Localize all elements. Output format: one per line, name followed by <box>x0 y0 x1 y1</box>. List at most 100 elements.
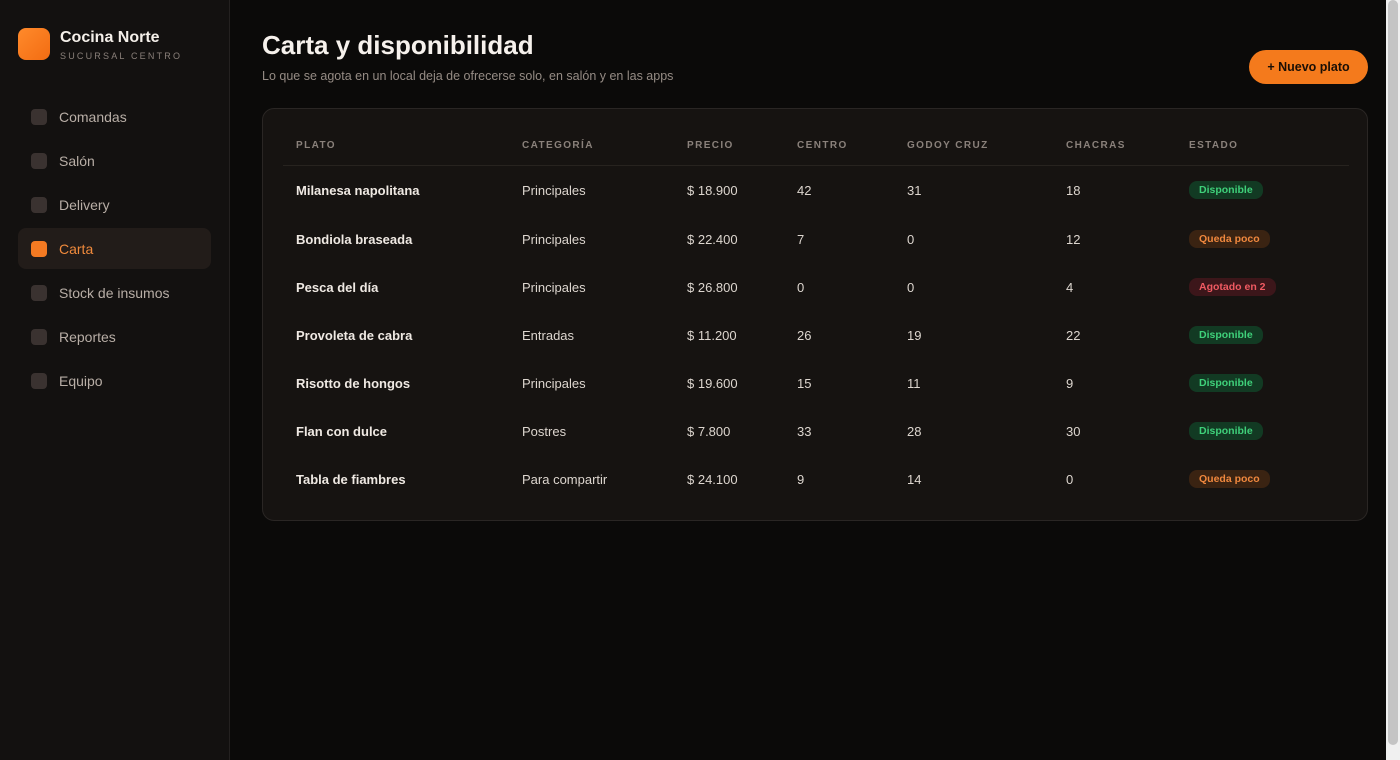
table-row[interactable]: Flan con dulce Postres $ 7.800 33 28 30 Dispon… <box>283 407 1349 455</box>
cell-centro: 26 <box>797 327 812 343</box>
column-header-centro[interactable]: CENTRO <box>784 127 894 166</box>
stock-icon <box>31 284 47 301</box>
brand-logo <box>18 28 50 60</box>
column-header-estado[interactable]: ESTADO <box>1176 127 1349 166</box>
cell-precio: $ 19.600 <box>687 375 738 391</box>
sidebar-item-comandas[interactable]: Comandas <box>18 96 211 137</box>
cell-godoy: 11 <box>907 375 921 391</box>
page-subtitle: Lo que se agota en un local deja de ofre… <box>262 69 674 83</box>
status-badge: Disponible <box>1189 181 1263 200</box>
cell-plato: Pesca del día <box>296 279 379 295</box>
cell-chacras: 22 <box>1066 327 1081 343</box>
cell-precio: $ 26.800 <box>687 279 738 295</box>
table-row[interactable]: Risotto de hongos Principales $ 19.600 15 11… <box>283 359 1349 407</box>
salon-icon <box>31 152 47 169</box>
cell-centro: 9 <box>797 471 805 487</box>
sidebar-item-salon[interactable]: Salón <box>18 140 211 181</box>
cell-godoy: 19 <box>907 327 922 343</box>
cell-categoria: Postres <box>522 423 567 439</box>
column-header-categoria[interactable]: CATEGORÍA <box>509 127 674 166</box>
cell-chacras: 12 <box>1066 231 1081 247</box>
sidebar-item-label: Reportes <box>59 328 116 345</box>
cell-chacras: 30 <box>1066 423 1081 439</box>
table-header-row: PLATO CATEGORÍA PRECIO CENTRO GODOY CRUZ… <box>283 127 1349 166</box>
sidebar-item-label: Salón <box>59 152 95 169</box>
sidebar-item-label: Equipo <box>59 372 103 389</box>
sidebar: Cocina Norte SUCURSAL CENTRO Comandas Sa… <box>0 0 230 760</box>
cell-categoria: Principales <box>522 375 586 391</box>
status-badge: Disponible <box>1189 374 1263 392</box>
reportes-icon <box>31 328 47 345</box>
delivery-icon <box>31 196 47 213</box>
status-badge: Agotado en 2 <box>1189 278 1276 296</box>
cell-godoy: 0 <box>907 279 915 295</box>
cell-categoria: Principales <box>522 231 586 247</box>
brand-subtitle: SUCURSAL CENTRO <box>60 51 183 61</box>
status-badge: Disponible <box>1189 422 1263 440</box>
cell-godoy: 14 <box>907 471 922 487</box>
brand: Cocina Norte SUCURSAL CENTRO <box>18 28 182 63</box>
cell-categoria: Principales <box>522 279 586 295</box>
scrollbar[interactable] <box>1386 0 1400 760</box>
cell-precio: $ 11.200 <box>687 327 737 343</box>
cell-precio: $ 22.400 <box>687 231 738 247</box>
comandas-icon <box>31 108 47 125</box>
new-dish-button[interactable]: + Nuevo plato <box>1249 50 1368 84</box>
cell-categoria: Para compartir <box>522 471 608 487</box>
column-header-precio[interactable]: PRECIO <box>674 127 784 166</box>
cell-plato: Flan con dulce <box>296 423 388 439</box>
sidebar-item-label: Stock de insumos <box>59 284 170 301</box>
cell-estado: Disponible <box>1176 407 1349 455</box>
cell-centro: 7 <box>797 231 805 247</box>
sidebar-item-carta[interactable]: Carta <box>18 228 211 269</box>
column-header-godoy-cruz[interactable]: GODOY CRUZ <box>894 127 1053 166</box>
sidebar-item-delivery[interactable]: Delivery <box>18 184 211 225</box>
menu-table: PLATO CATEGORÍA PRECIO CENTRO GODOY CRUZ… <box>283 127 1349 503</box>
sidebar-item-reportes[interactable]: Reportes <box>18 316 211 357</box>
status-badge: Queda poco <box>1189 470 1270 488</box>
cell-centro: 0 <box>797 279 805 295</box>
table-row[interactable]: Pesca del día Principales $ 26.800 0 0 4 Agota… <box>283 263 1349 311</box>
cell-plato: Provoleta de cabra <box>296 327 413 343</box>
cell-plato: Bondiola braseada <box>296 231 413 247</box>
cell-plato: Tabla de fiambres <box>296 471 406 487</box>
cell-chacras: 0 <box>1066 471 1074 487</box>
cell-estado: Disponible <box>1176 165 1349 215</box>
table-row[interactable]: Provoleta de cabra Entradas $ 11.200 26 19 22… <box>283 311 1349 359</box>
cell-estado: Disponible <box>1176 359 1349 407</box>
cell-estado: Agotado en 2 <box>1176 263 1349 311</box>
cell-plato: Risotto de hongos <box>296 375 411 391</box>
cell-precio: $ 24.100 <box>687 471 738 487</box>
sidebar-item-equipo[interactable]: Equipo <box>18 360 211 401</box>
cell-estado: Queda poco <box>1176 215 1349 263</box>
cell-centro: 42 <box>797 182 812 198</box>
table-row[interactable]: Bondiola braseada Principales $ 22.400 7 0 12… <box>283 215 1349 263</box>
cell-chacras: 4 <box>1066 279 1074 295</box>
equipo-icon <box>31 372 47 389</box>
sidebar-nav: Comandas Salón Delivery Carta Stock de i… <box>18 96 211 404</box>
cell-estado: Disponible <box>1176 311 1349 359</box>
cell-precio: $ 7.800 <box>687 423 731 439</box>
column-header-plato[interactable]: PLATO <box>283 127 509 166</box>
column-header-chacras[interactable]: CHACRAS <box>1053 127 1176 166</box>
cell-estado: Queda poco <box>1176 455 1349 503</box>
status-badge: Disponible <box>1189 326 1263 344</box>
menu-table-card: PLATO CATEGORÍA PRECIO CENTRO GODOY CRUZ… <box>262 108 1368 521</box>
table-row[interactable]: Tabla de fiambres Para compartir $ 24.100 9… <box>283 455 1349 503</box>
brand-name: Cocina Norte <box>60 29 160 46</box>
cell-precio: $ 18.900 <box>687 182 738 198</box>
cell-chacras: 9 <box>1066 375 1074 391</box>
scrollbar-thumb[interactable] <box>1388 0 1398 745</box>
sidebar-item-label: Comandas <box>59 108 127 125</box>
cell-categoria: Entradas <box>522 327 575 343</box>
sidebar-item-label: Delivery <box>59 196 110 213</box>
cell-centro: 33 <box>797 423 812 439</box>
table-row[interactable]: Milanesa napolitana Principales $ 18.900 42… <box>283 165 1349 215</box>
brand-text: Cocina Norte SUCURSAL CENTRO <box>60 28 182 63</box>
cell-godoy: 0 <box>907 231 915 247</box>
cell-godoy: 28 <box>907 423 922 439</box>
cell-centro: 15 <box>797 375 812 391</box>
cell-chacras: 18 <box>1066 182 1081 198</box>
sidebar-item-stock[interactable]: Stock de insumos <box>18 272 211 313</box>
status-badge: Queda poco <box>1189 230 1270 248</box>
